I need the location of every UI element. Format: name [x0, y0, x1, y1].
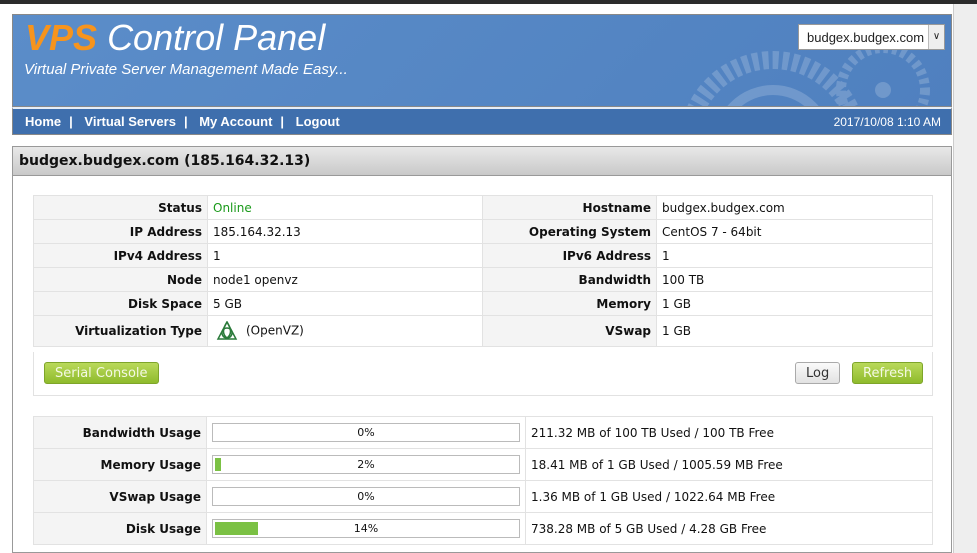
table-row: Disk Space 5 GB Memory 1 GB [33, 291, 933, 316]
usage-label: VSwap Usage [33, 480, 207, 513]
info-value: 5 GB [207, 291, 483, 316]
usage-detail: 211.32 MB of 100 TB Used / 100 TB Free [525, 416, 933, 449]
usage-label: Memory Usage [33, 448, 207, 481]
usage-bar-cell: 0% [206, 480, 526, 513]
info-label: Operating System [482, 219, 657, 244]
table-row: IP Address 185.164.32.13 Operating System C… [33, 219, 933, 244]
info-value: 1 GB [656, 291, 933, 316]
panel-title: budgex.budgex.com (185.164.32.13) [13, 147, 951, 176]
info-value: 100 TB [656, 267, 933, 292]
usage-progress-bar: 0% [212, 423, 520, 442]
window-top-border [0, 0, 977, 4]
usage-percent: 2% [357, 458, 375, 471]
usage-label: Bandwidth Usage [33, 416, 207, 449]
usage-row: Disk Usage 14% 738.28 MB of 5 GB Used / … [33, 512, 933, 545]
scrollbar[interactable] [953, 4, 977, 553]
usage-progress-bar: 2% [212, 455, 520, 474]
usage-detail: 1.36 MB of 1 GB Used / 1022.64 MB Free [525, 480, 933, 513]
info-label: Memory [482, 291, 657, 316]
action-bar: Serial Console Log Refresh [33, 352, 933, 396]
usage-progress-bar: 0% [212, 487, 520, 506]
info-label: IP Address [33, 219, 208, 244]
openvz-logo-icon [216, 320, 238, 340]
info-label: VSwap [482, 315, 657, 347]
server-info-table: Status Online Hostname budgex.budgex.com IP… [33, 195, 933, 347]
usage-detail: 738.28 MB of 5 GB Used / 4.28 GB Free [525, 512, 933, 545]
info-value: (OpenVZ) [207, 315, 483, 347]
info-label: Virtualization Type [33, 315, 208, 347]
info-value: budgex.budgex.com [656, 195, 933, 220]
chevron-down-icon: ∨ [928, 25, 944, 49]
info-label: Node [33, 267, 208, 292]
table-row: Node node1 openvz Bandwidth 100 TB [33, 267, 933, 292]
main-nav: Home | Virtual Servers | My Account | Logou… [12, 107, 952, 135]
table-row: Status Online Hostname budgex.budgex.com [33, 195, 933, 220]
info-value: 185.164.32.13 [207, 219, 483, 244]
nav-virtual-servers[interactable]: Virtual Servers [84, 114, 176, 129]
refresh-button[interactable]: Refresh [852, 362, 924, 384]
usage-percent: 0% [357, 426, 375, 439]
nav-home[interactable]: Home [25, 114, 61, 129]
usage-row: VSwap Usage 0% 1.36 MB of 1 GB Used / 10… [33, 480, 933, 513]
log-button[interactable]: Log [795, 362, 841, 384]
site-header: VPS Control Panel Virtual Private Server… [12, 14, 952, 107]
usage-row: Memory Usage 2% 18.41 MB of 1 GB Used / … [33, 448, 933, 481]
info-label: IPv6 Address [482, 243, 657, 268]
usage-row: Bandwidth Usage 0% 211.32 MB of 100 TB U… [33, 416, 933, 449]
status-value: Online [207, 195, 483, 220]
info-value: 1 [656, 243, 933, 268]
table-row: Virtualization Type (OpenVZ) VSwap 1 GB [33, 315, 933, 347]
table-row: IPv4 Address 1 IPv6 Address 1 [33, 243, 933, 268]
info-value: CentOS 7 - 64bit [656, 219, 933, 244]
info-label: IPv4 Address [33, 243, 208, 268]
info-label: Bandwidth [482, 267, 657, 292]
usage-progress-bar: 14% [212, 519, 520, 538]
nav-logout[interactable]: Logout [296, 114, 340, 129]
info-value: node1 openvz [207, 267, 483, 292]
site-title: VPS Control Panel [25, 17, 326, 58]
usage-bar-cell: 2% [206, 448, 526, 481]
serial-console-button[interactable]: Serial Console [44, 362, 159, 384]
info-value: 1 GB [656, 315, 933, 347]
info-value: 1 [207, 243, 483, 268]
current-datetime: 2017/10/08 1:10 AM [833, 115, 941, 129]
usage-label: Disk Usage [33, 512, 207, 545]
info-label: Hostname [482, 195, 657, 220]
usage-detail: 18.41 MB of 1 GB Used / 1005.59 MB Free [525, 448, 933, 481]
server-select[interactable]: budgex.budgex.com ∨ [798, 24, 945, 50]
usage-bar-cell: 14% [206, 512, 526, 545]
usage-bar-cell: 0% [206, 416, 526, 449]
site-tagline: Virtual Private Server Management Made E… [24, 61, 348, 78]
info-label: Status [33, 195, 208, 220]
usage-percent: 0% [357, 490, 375, 503]
info-label: Disk Space [33, 291, 208, 316]
usage-percent: 14% [353, 522, 379, 535]
usage-table: Bandwidth Usage 0% 211.32 MB of 100 TB U… [33, 416, 933, 545]
server-panel: budgex.budgex.com (185.164.32.13) Status… [12, 146, 952, 553]
nav-my-account[interactable]: My Account [199, 114, 272, 129]
